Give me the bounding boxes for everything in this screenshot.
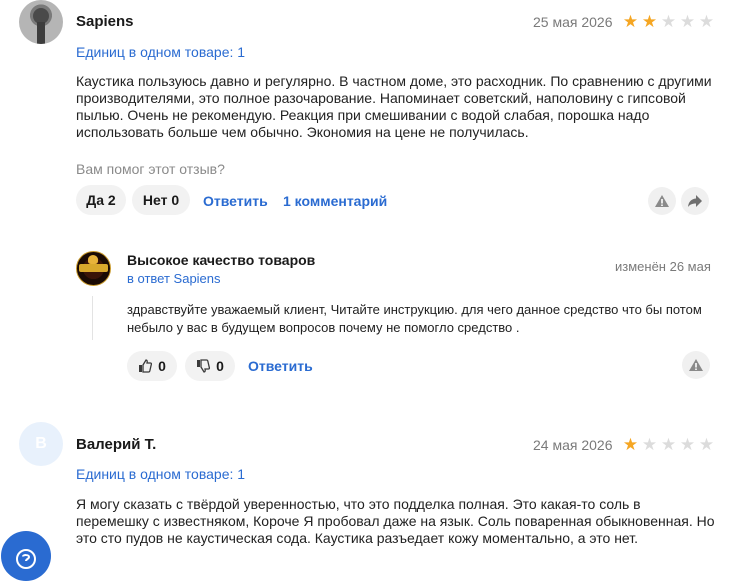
helpful-yes-button[interactable]: Да 2 [76, 185, 126, 215]
helpful-question: Вам помог этот отзыв? [76, 161, 225, 177]
quantity-label[interactable]: Единиц в одном товаре: 1 [76, 44, 245, 60]
chat-button[interactable] [1, 531, 51, 581]
helpful-no-button[interactable]: Нет 0 [132, 185, 190, 215]
quantity-label[interactable]: Единиц в одном товаре: 1 [76, 466, 245, 482]
rating-stars: ★ ★ ★ ★ ★ [622, 436, 715, 453]
comments-link[interactable]: 1 комментарий [283, 193, 387, 209]
star-icon: ★ [698, 12, 715, 31]
reply-report-button[interactable] [682, 351, 710, 379]
star-icon: ★ [679, 435, 696, 454]
review-author[interactable]: Sapiens [76, 13, 134, 30]
avatar[interactable] [19, 0, 63, 44]
reply-author[interactable]: Высокое качество товаров [127, 252, 315, 268]
reply-text: здравствуйте уважаемый клиент, Читайте и… [127, 302, 702, 335]
share-button[interactable] [681, 187, 709, 215]
like-button[interactable]: 0 [127, 351, 177, 381]
reply-thread-line [92, 296, 93, 340]
review-date: 24 мая 2026 [533, 437, 613, 453]
warning-triangle-icon [689, 359, 703, 371]
star-icon: ★ [641, 12, 658, 31]
star-icon: ★ [679, 12, 696, 31]
star-icon: ★ [622, 12, 639, 31]
warning-triangle-icon [655, 195, 669, 207]
reply-to-link[interactable]: в ответ Sapiens [127, 271, 221, 286]
star-icon: ★ [622, 435, 639, 454]
review-text: Каустика пользуюсь давно и регулярно. В … [76, 73, 712, 140]
report-button[interactable] [648, 187, 676, 215]
avatar[interactable]: В [19, 422, 63, 466]
reply-edited-date: изменён 26 мая [615, 259, 711, 274]
chat-help-icon [16, 549, 36, 569]
like-count: 0 [158, 358, 166, 374]
dislike-button[interactable]: 0 [185, 351, 235, 381]
reply-reply-button[interactable]: Ответить [248, 358, 313, 374]
star-icon: ★ [660, 12, 677, 31]
thumbs-up-icon [139, 359, 153, 373]
rating-stars: ★ ★ ★ ★ ★ [622, 13, 715, 30]
reply-button[interactable]: Ответить [203, 193, 268, 209]
star-icon: ★ [698, 435, 715, 454]
star-icon: ★ [660, 435, 677, 454]
star-icon: ★ [641, 435, 658, 454]
share-arrow-icon [688, 195, 702, 207]
review-text: Я могу сказать с твёрдой уверенностью, ч… [76, 496, 715, 546]
thumbs-down-icon [197, 359, 211, 373]
review-author[interactable]: Валерий Т. [76, 436, 156, 453]
dislike-count: 0 [216, 358, 224, 374]
review-date: 25 мая 2026 [533, 14, 613, 30]
seller-avatar[interactable] [76, 251, 111, 286]
